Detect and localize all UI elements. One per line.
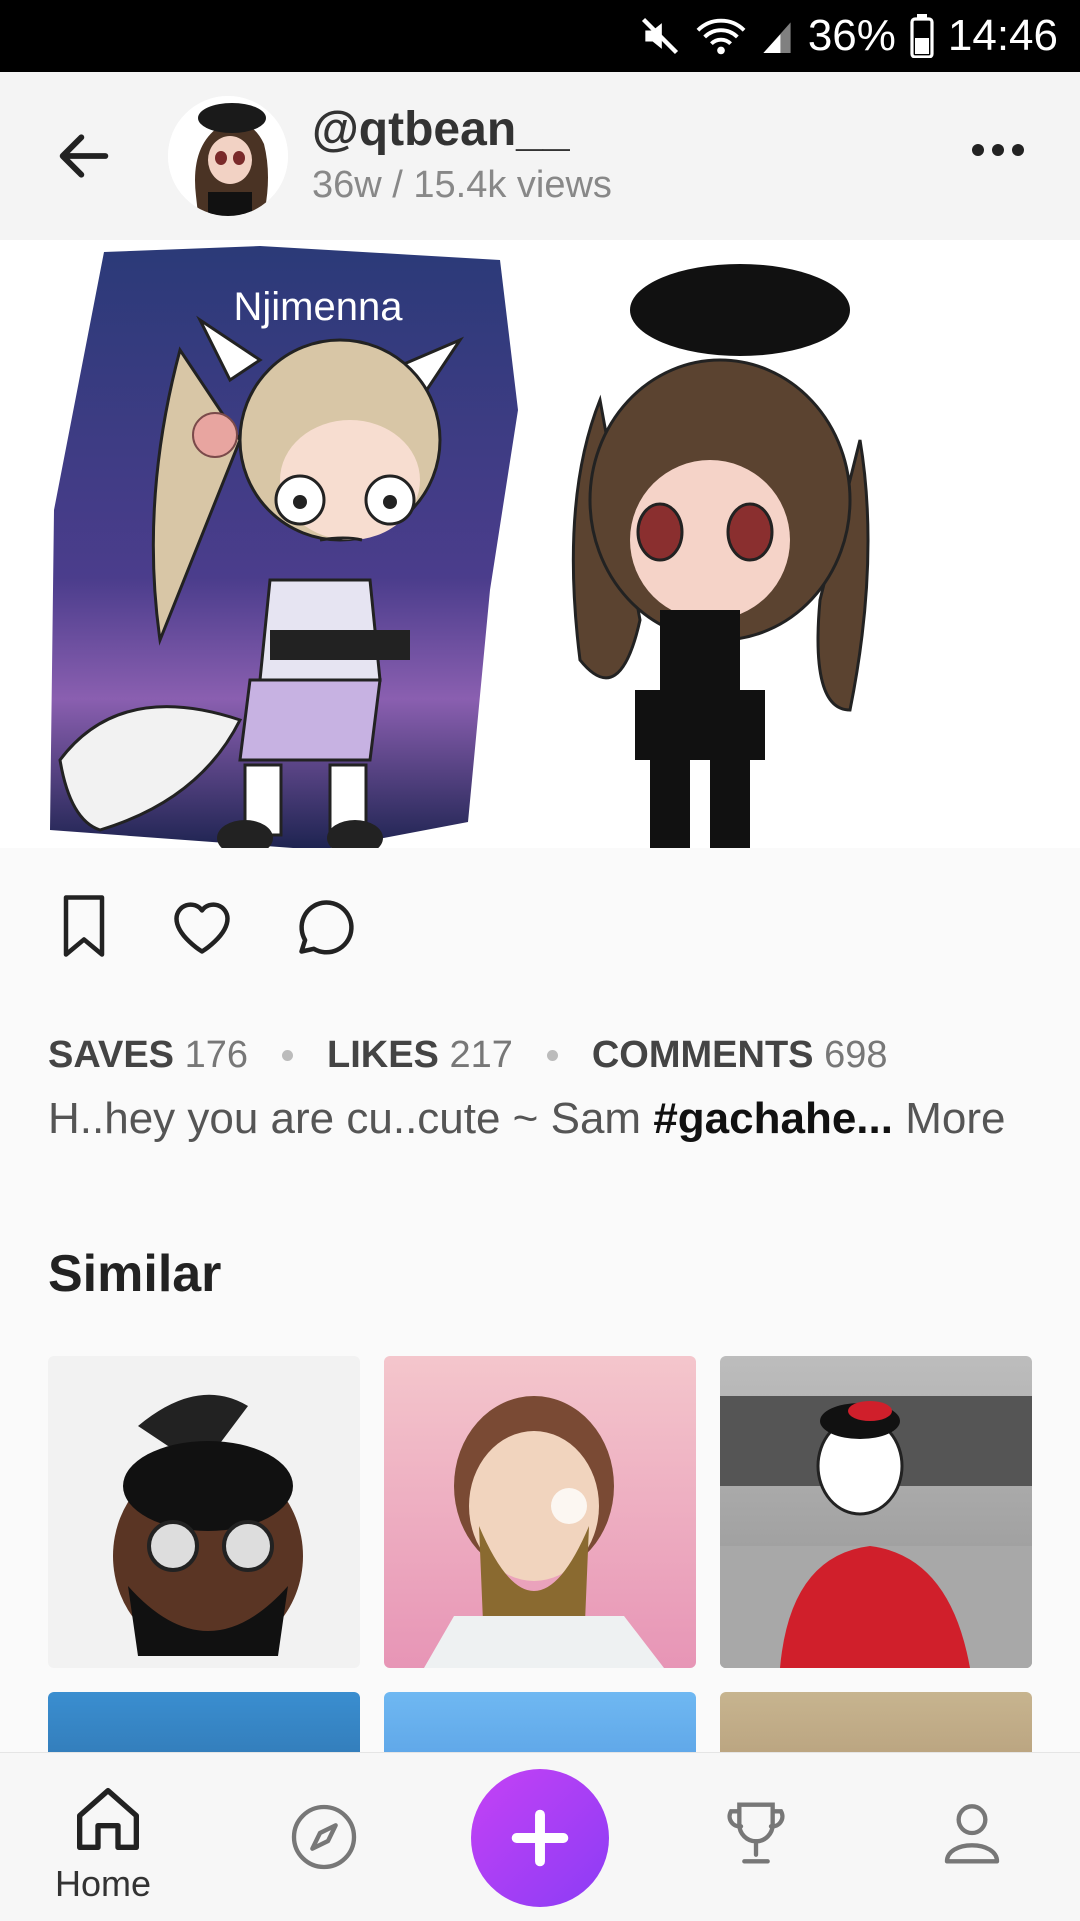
heart-icon — [174, 902, 230, 954]
more-dots-icon — [972, 144, 1024, 156]
bottom-navigation: Home — [0, 1752, 1080, 1921]
comments-count[interactable]: 698 — [824, 1034, 887, 1077]
similar-tile[interactable] — [48, 1356, 360, 1668]
similar-tile[interactable] — [384, 1356, 696, 1668]
status-bar: 36% 14:46 — [0, 0, 1080, 72]
home-icon — [77, 1788, 139, 1850]
similar-title: Similar — [48, 1245, 222, 1303]
clock: 14:46 — [947, 11, 1058, 60]
separator-dot — [281, 1050, 293, 1061]
caption-text: H..hey you are cu..cute ~ Sam — [48, 1094, 654, 1143]
post-meta: 36w / 15.4k views — [312, 164, 612, 206]
mute-icon — [638, 14, 682, 58]
nav-home[interactable] — [68, 1779, 148, 1859]
battery-icon — [910, 14, 934, 58]
similar-tile[interactable] — [720, 1356, 1032, 1668]
image-label: Njimenna — [234, 285, 404, 329]
more-options-button[interactable] — [968, 130, 1028, 170]
nav-home-label[interactable]: Home — [55, 1863, 151, 1905]
separator-dot — [546, 1050, 558, 1061]
similar-tile[interactable] — [720, 1692, 1032, 1756]
post-stats: SAVES 176 LIKES 217 COMMENTS 698 — [48, 1034, 887, 1077]
similar-grid — [48, 1356, 1032, 1756]
avatar[interactable] — [168, 96, 288, 216]
comments-label[interactable]: COMMENTS — [592, 1034, 814, 1077]
saves-label: SAVES — [48, 1034, 175, 1076]
trophy-icon — [727, 1802, 785, 1864]
create-button[interactable] — [471, 1769, 609, 1907]
post-actions — [0, 890, 1080, 970]
like-button[interactable] — [166, 890, 238, 962]
likes-count: 217 — [449, 1034, 513, 1076]
signal-icon — [760, 16, 794, 56]
caption-more-link[interactable]: More — [905, 1094, 1005, 1143]
caption-hashtag[interactable]: #gachahe... — [653, 1094, 893, 1143]
profile-icon — [944, 1804, 1000, 1864]
similar-tile[interactable] — [48, 1692, 360, 1756]
wifi-icon — [696, 14, 746, 58]
likes-label: LIKES — [326, 1034, 439, 1076]
nav-challenges[interactable] — [716, 1793, 796, 1873]
bookmark-icon — [63, 895, 105, 957]
nav-profile[interactable] — [932, 1793, 1012, 1873]
back-arrow-icon — [59, 134, 109, 178]
plus-icon — [511, 1809, 569, 1867]
battery-text: 36% — [807, 11, 896, 60]
post-image[interactable]: Njimenna — [0, 240, 1080, 848]
nav-explore[interactable] — [284, 1797, 364, 1877]
similar-tile[interactable] — [384, 1692, 696, 1756]
back-button[interactable] — [52, 124, 116, 188]
saves-count: 176 — [184, 1034, 248, 1076]
comment-button[interactable] — [288, 890, 360, 962]
post-username[interactable]: @qtbean__ — [312, 102, 570, 157]
post-header: @qtbean__ 36w / 15.4k views — [0, 72, 1080, 240]
post-caption: H..hey you are cu..cute ~ Sam #gachahe..… — [48, 1094, 1005, 1144]
comment-icon — [299, 900, 354, 955]
compass-icon — [291, 1804, 357, 1870]
save-button[interactable] — [48, 890, 120, 962]
